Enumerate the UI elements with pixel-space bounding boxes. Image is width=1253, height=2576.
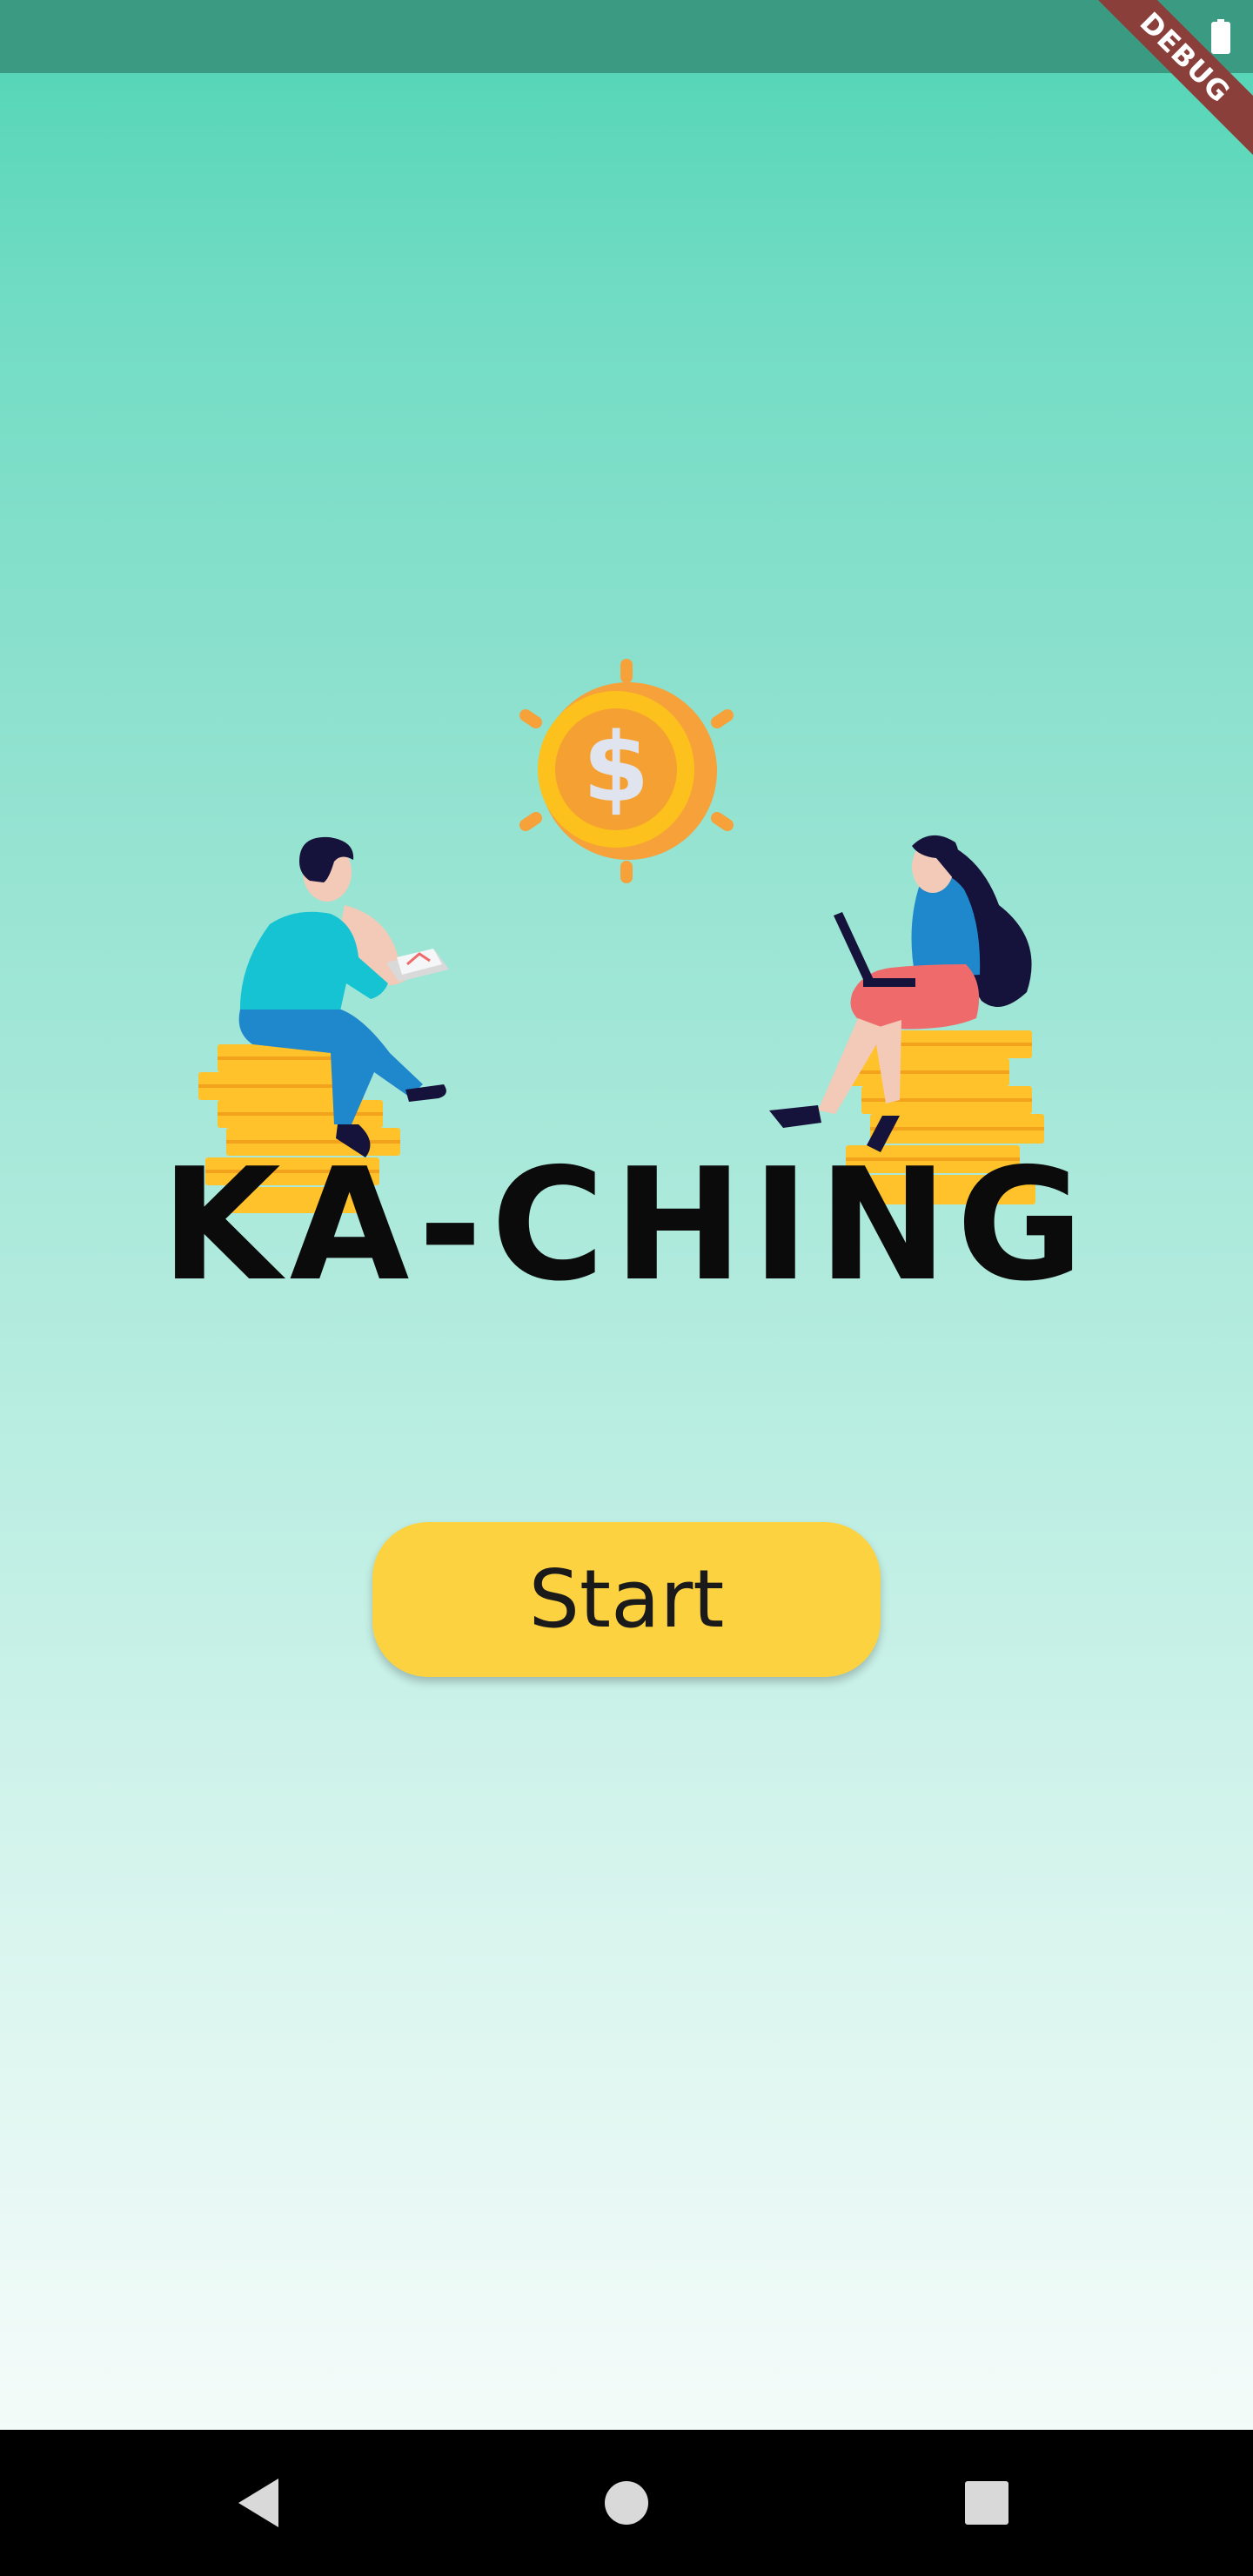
splash-screen: DEBUG $ KA-CHING Start bbox=[0, 0, 1253, 2576]
navigation-bar bbox=[0, 2430, 1253, 2576]
nav-back-button[interactable] bbox=[212, 2454, 310, 2552]
nav-home-button[interactable] bbox=[578, 2454, 675, 2552]
app-title: KA-CHING bbox=[160, 1135, 1093, 1315]
recents-square-icon bbox=[965, 2481, 1008, 2525]
home-circle-icon bbox=[605, 2481, 648, 2525]
start-button[interactable]: Start bbox=[372, 1522, 881, 1677]
svg-text:$: $ bbox=[583, 712, 650, 823]
back-triangle-icon bbox=[238, 2479, 278, 2527]
nav-recents-button[interactable] bbox=[938, 2454, 1035, 2552]
dollar-coin-icon: $ bbox=[519, 659, 734, 883]
